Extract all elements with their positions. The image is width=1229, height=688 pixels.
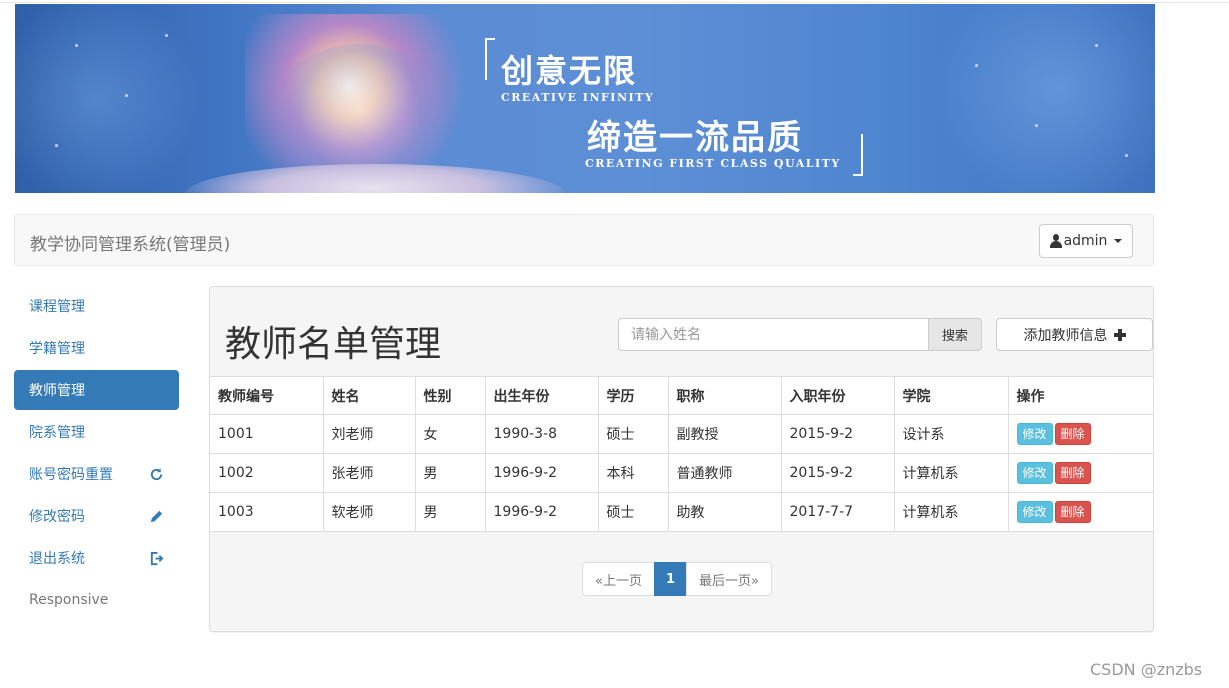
col-header-actions: 操作 (1007, 376, 1153, 415)
sidebar-nav: 课程管理 学籍管理 教师管理 院系管理 账号密码重置 修改密码 退出系统 Res… (14, 286, 179, 622)
col-header-degree: 学历 (597, 376, 669, 415)
pagination: «上一页 1 最后一页» (582, 562, 772, 596)
table-row: 1003 软老师 男 1996-9-2 硕士 助教 2017-7-7 计算机系 … (210, 492, 1153, 532)
top-navbar: 教学协同管理系统(管理员) admin (14, 214, 1154, 266)
sidebar-item-label: 院系管理 (29, 425, 85, 441)
pencil-icon (148, 508, 164, 524)
cell-hire: 2017-7-7 (780, 492, 895, 532)
table-row: 1002 张老师 男 1996-9-2 本科 普通教师 2015-9-2 计算机… (210, 453, 1153, 493)
sidebar-item-label: 退出系统 (29, 551, 85, 567)
cell-title: 副教授 (667, 414, 782, 454)
delete-button[interactable]: 删除 (1054, 462, 1091, 484)
refresh-icon (148, 466, 164, 482)
cell-id: 1001 (210, 414, 324, 454)
cell-birth: 1996-9-2 (484, 453, 599, 493)
teacher-list-panel: 教师名单管理 搜索 添加教师信息 教师编号 姓名 性别 出生年份 学历 职称 入… (209, 286, 1154, 632)
navbar-brand[interactable]: 教学协同管理系统(管理员) (30, 230, 230, 255)
sidebar-item-label: Responsive (29, 592, 109, 608)
cell-birth: 1990-3-8 (484, 414, 599, 454)
col-header-id: 教师编号 (210, 376, 324, 415)
page-title: 教师名单管理 (225, 324, 442, 365)
sidebar-item-enrollment[interactable]: 学籍管理 (14, 328, 179, 368)
header-banner: 创意无限 CREATIVE INFINITY 缔造一流品质 CREATING F… (15, 4, 1155, 193)
cell-title: 助教 (667, 492, 782, 532)
cell-degree: 硕士 (597, 492, 669, 532)
add-teacher-button[interactable]: 添加教师信息 (996, 318, 1153, 351)
sidebar-item-departments[interactable]: 院系管理 (14, 412, 179, 452)
logout-icon (148, 550, 164, 566)
search-group: 搜索 (618, 318, 982, 351)
sidebar-item-teachers[interactable]: 教师管理 (14, 370, 179, 410)
edit-button[interactable]: 修改 (1016, 501, 1053, 523)
col-header-college: 学院 (893, 376, 1009, 415)
banner-bracket-left (485, 38, 495, 80)
col-header-birth: 出生年份 (484, 376, 599, 415)
search-input[interactable] (618, 318, 928, 351)
cell-actions: 修改 删除 (1007, 492, 1153, 532)
col-header-gender: 性别 (414, 376, 486, 415)
sidebar-item-logout[interactable]: 退出系统 (14, 538, 179, 578)
banner-network-left (15, 4, 215, 193)
cell-hire: 2015-9-2 (780, 414, 895, 454)
banner-headline-2: 缔造一流品质 (587, 118, 803, 158)
cell-birth: 1996-9-2 (484, 492, 599, 532)
cell-degree: 硕士 (597, 414, 669, 454)
cell-gender: 男 (414, 492, 486, 532)
col-header-hire: 入职年份 (780, 376, 895, 415)
cell-actions: 修改 删除 (1007, 414, 1153, 454)
delete-button[interactable]: 删除 (1054, 501, 1091, 523)
cell-id: 1003 (210, 492, 324, 532)
sidebar-item-reset-password[interactable]: 账号密码重置 (14, 454, 179, 494)
cell-hire: 2015-9-2 (780, 453, 895, 493)
cell-name: 软老师 (322, 492, 416, 532)
teacher-table: 教师编号 姓名 性别 出生年份 学历 职称 入职年份 学院 操作 1001 刘老… (210, 376, 1153, 532)
banner-subline-2: CREATING FIRST CLASS QUALITY (585, 157, 841, 170)
user-dropdown-button[interactable]: admin (1039, 224, 1133, 258)
user-label: admin (1063, 233, 1108, 249)
col-header-title: 职称 (667, 376, 782, 415)
sidebar-item-label: 修改密码 (29, 509, 85, 525)
sidebar-item-change-password[interactable]: 修改密码 (14, 496, 179, 536)
pagination-last[interactable]: 最后一页» (685, 562, 772, 596)
sidebar-item-label: 账号密码重置 (29, 467, 113, 483)
sidebar-item-course[interactable]: 课程管理 (14, 286, 179, 326)
table-row: 1001 刘老师 女 1990-3-8 硕士 副教授 2015-9-2 设计系 … (210, 414, 1153, 454)
table-header-row: 教师编号 姓名 性别 出生年份 学历 职称 入职年份 学院 操作 (210, 376, 1153, 415)
plus-icon (1113, 328, 1126, 341)
top-divider (0, 0, 1229, 3)
delete-button[interactable]: 删除 (1054, 423, 1091, 445)
banner-subline-1: CREATIVE INFINITY (501, 91, 655, 104)
sidebar-item-label: 学籍管理 (29, 341, 85, 357)
caret-down-icon (1114, 239, 1123, 243)
cell-college: 设计系 (893, 414, 1009, 454)
cell-college: 计算机系 (893, 453, 1009, 493)
user-icon (1049, 234, 1062, 248)
banner-bracket-right (853, 134, 863, 176)
cell-degree: 本科 (597, 453, 669, 493)
search-button[interactable]: 搜索 (928, 318, 982, 351)
cell-id: 1002 (210, 453, 324, 493)
cell-gender: 女 (414, 414, 486, 454)
banner-hand-image (185, 164, 565, 193)
edit-button[interactable]: 修改 (1016, 462, 1053, 484)
col-header-name: 姓名 (322, 376, 416, 415)
pagination-prev[interactable]: «上一页 (582, 562, 655, 596)
sidebar-item-label: 课程管理 (29, 299, 85, 315)
cell-name: 刘老师 (322, 414, 416, 454)
pagination-page-current[interactable]: 1 (653, 562, 687, 596)
banner-network-right (915, 4, 1155, 193)
cell-title: 普通教师 (667, 453, 782, 493)
edit-button[interactable]: 修改 (1016, 423, 1053, 445)
banner-headline-1: 创意无限 (501, 52, 638, 90)
cell-actions: 修改 删除 (1007, 453, 1153, 493)
cell-name: 张老师 (322, 453, 416, 493)
add-teacher-label: 添加教师信息 (1023, 327, 1108, 344)
cell-college: 计算机系 (893, 492, 1009, 532)
watermark: CSDN @znzbs (1090, 660, 1203, 679)
sidebar-item-label: 教师管理 (29, 383, 85, 399)
sidebar-item-responsive: Responsive (14, 580, 179, 620)
cell-gender: 男 (414, 453, 486, 493)
